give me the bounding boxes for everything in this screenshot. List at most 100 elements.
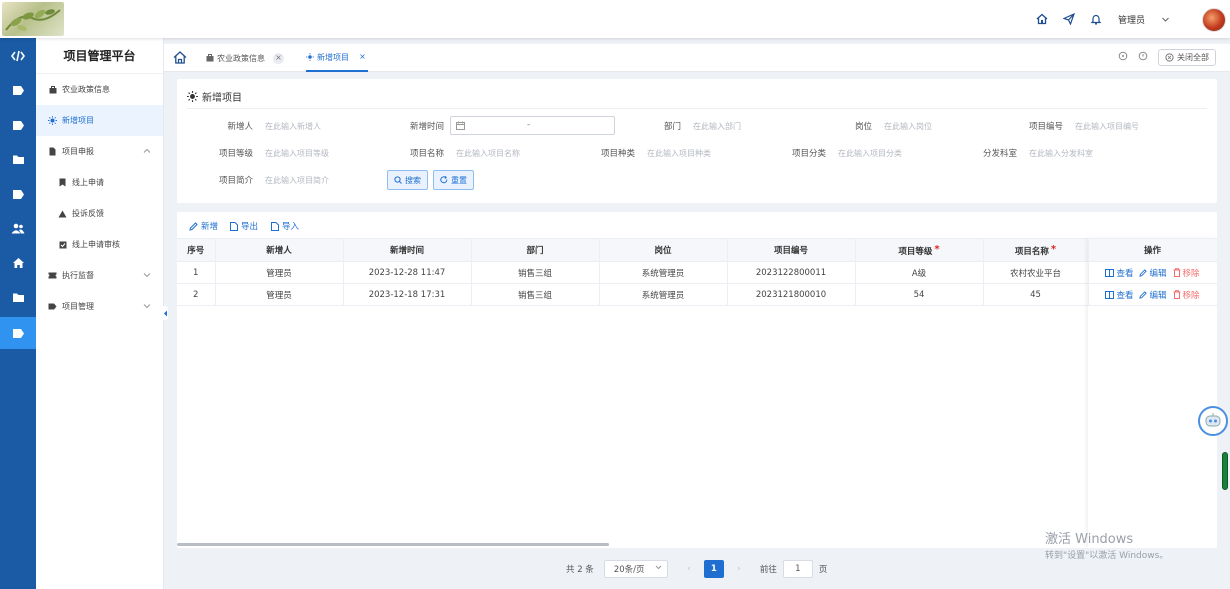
col-index: 序号	[177, 238, 216, 262]
table-panel: 新增 导出 导入 序号 新增人 新增时间 部门 岗位 项目编号 项目等级 * 项目…	[177, 212, 1217, 548]
panel-title: 新增项目	[202, 93, 242, 104]
sidebar-item-apply-review[interactable]: 线上申请审核	[36, 229, 163, 260]
tag-icon[interactable]	[0, 74, 36, 106]
col-create-time: 新增时间	[343, 238, 472, 262]
refresh-icon[interactable]	[1118, 51, 1128, 64]
tag-icon[interactable]	[0, 317, 36, 349]
table-row[interactable]: 1 管理员 2023-12-28 11:47 销售三组 系统管理员 20231228000…	[177, 261, 1217, 284]
briefcase-icon	[206, 54, 214, 62]
tab-new-project[interactable]: 新增项目 ×	[306, 44, 368, 72]
remove-button[interactable]: 移除	[1173, 289, 1200, 301]
sun-icon	[187, 91, 198, 102]
close-current-icon[interactable]	[1138, 51, 1148, 64]
tag-icon[interactable]	[0, 178, 36, 210]
field-project-level[interactable]: 项目等级 在此输入项目等级	[207, 147, 329, 160]
bookmark-icon	[58, 178, 67, 187]
table-header: 序号 新增人 新增时间 部门 岗位 项目编号 项目等级 * 项目名称 * 操作	[177, 238, 1217, 262]
users-icon[interactable]	[0, 212, 36, 244]
sidebar-item-project-apply[interactable]: 项目申报	[36, 136, 163, 167]
horizontal-scrollbar[interactable]	[177, 543, 609, 546]
total-count: 共 2 条	[566, 565, 594, 575]
folder-icon[interactable]	[0, 281, 36, 313]
close-all-button[interactable]: 关闭全部	[1158, 49, 1216, 66]
app-title: 项目管理平台	[36, 38, 163, 74]
send-icon[interactable]	[1062, 12, 1076, 26]
field-project-no[interactable]: 项目编号 在此输入项目编号	[1019, 120, 1139, 133]
field-project-intro[interactable]: 项目简介 在此输入项目简介	[207, 174, 329, 187]
page-size-select[interactable]: 20条/页	[603, 560, 668, 578]
calendar-icon	[456, 121, 465, 130]
sun-icon	[48, 116, 57, 125]
sidebar-collapse-handle[interactable]	[162, 306, 168, 320]
sun-icon	[306, 53, 314, 61]
page-unit: 页	[818, 565, 828, 575]
code-icon[interactable]	[0, 40, 36, 72]
tag-icon[interactable]	[0, 109, 36, 141]
sidebar-item-policy[interactable]: 农业政策信息	[36, 74, 163, 105]
tab-policy[interactable]: 农业政策信息 ×	[206, 44, 284, 72]
close-circle-icon	[1165, 53, 1174, 62]
folder-icon[interactable]	[0, 143, 36, 175]
ticket-icon	[48, 271, 57, 280]
document-icon	[48, 147, 57, 156]
remove-button[interactable]: 移除	[1173, 267, 1200, 279]
close-icon[interactable]: ×	[273, 52, 284, 64]
field-position[interactable]: 岗位 在此输入岗位	[837, 120, 932, 133]
reset-button[interactable]: 重置	[433, 170, 474, 190]
search-button[interactable]: 搜索	[387, 170, 428, 190]
page-number-current[interactable]: 1	[703, 560, 724, 578]
field-creator[interactable]: 新增人 在此输入新增人	[217, 120, 321, 133]
field-department[interactable]: 部门 在此输入部门	[647, 120, 741, 133]
view-button[interactable]: 查看	[1105, 267, 1133, 279]
col-actions: 操作	[1088, 238, 1217, 262]
avatar[interactable]	[1202, 8, 1226, 32]
chevron-up-icon	[143, 147, 151, 156]
user-name[interactable]: 管理员	[1118, 13, 1145, 26]
table-row[interactable]: 2 管理员 2023-12-18 17:31 销售三组 系统管理员 20231218000…	[177, 283, 1217, 306]
edit-button[interactable]: 编辑	[1139, 289, 1167, 301]
home-icon[interactable]	[1035, 12, 1049, 26]
top-bar: 管理员	[0, 0, 1230, 38]
home-icon[interactable]	[0, 247, 36, 279]
import-button[interactable]: 导入	[271, 220, 299, 232]
next-page-button[interactable]: ›	[730, 560, 748, 578]
windows-activation-watermark: 激活 Windows 转到"设置"以激活 Windows。	[1045, 532, 1169, 561]
date-range-input[interactable]: -	[450, 116, 615, 135]
field-project-name[interactable]: 项目名称 在此输入项目名称	[398, 147, 520, 160]
edit-button[interactable]: 编辑	[1139, 267, 1167, 279]
sidebar-item-new-project[interactable]: 新增项目	[36, 105, 163, 136]
sidebar-item-project-manage[interactable]: 项目管理	[36, 291, 163, 322]
search-icon	[394, 176, 402, 184]
logo	[2, 2, 64, 36]
goto-page-input[interactable]: 1	[782, 560, 813, 578]
home-icon[interactable]	[173, 51, 187, 67]
col-position: 岗位	[599, 238, 728, 262]
sidebar-item-supervision[interactable]: 执行监督	[36, 260, 163, 291]
field-dispatch-dept[interactable]: 分发科室 在此输入分发科室	[971, 147, 1093, 160]
chevron-down-icon	[143, 271, 151, 280]
add-button[interactable]: 新增	[189, 220, 218, 232]
checkbox-icon	[58, 240, 67, 249]
chevron-down-icon	[655, 564, 662, 574]
edit-icon	[189, 221, 198, 231]
document-icon	[230, 221, 238, 231]
tag-icon	[48, 302, 57, 311]
bell-icon[interactable]	[1089, 12, 1103, 26]
close-icon[interactable]: ×	[357, 52, 368, 63]
assistant-robot-icon[interactable]	[1198, 406, 1228, 436]
chevron-down-icon	[143, 302, 151, 311]
project-table: 序号 新增人 新增时间 部门 岗位 项目编号 项目等级 * 项目名称 * 操作 1管…	[177, 238, 1217, 306]
prev-page-button[interactable]: ‹	[680, 560, 698, 578]
view-button[interactable]: 查看	[1105, 289, 1133, 301]
sidebar-item-complaint[interactable]: 投诉反馈	[36, 198, 163, 229]
refresh-icon	[440, 176, 448, 184]
briefcase-icon	[48, 85, 57, 94]
trash-icon	[1173, 268, 1180, 277]
field-create-time[interactable]: 新增时间 -	[399, 116, 615, 135]
chevron-down-icon[interactable]	[1158, 12, 1172, 26]
export-button[interactable]: 导出	[230, 220, 258, 232]
field-project-category[interactable]: 项目分类 在此输入项目分类	[780, 147, 902, 160]
field-project-kind[interactable]: 项目种类 在此输入项目种类	[589, 147, 711, 160]
sidebar-item-online-apply[interactable]: 线上申请	[36, 167, 163, 198]
goto-label: 前往	[759, 565, 777, 575]
